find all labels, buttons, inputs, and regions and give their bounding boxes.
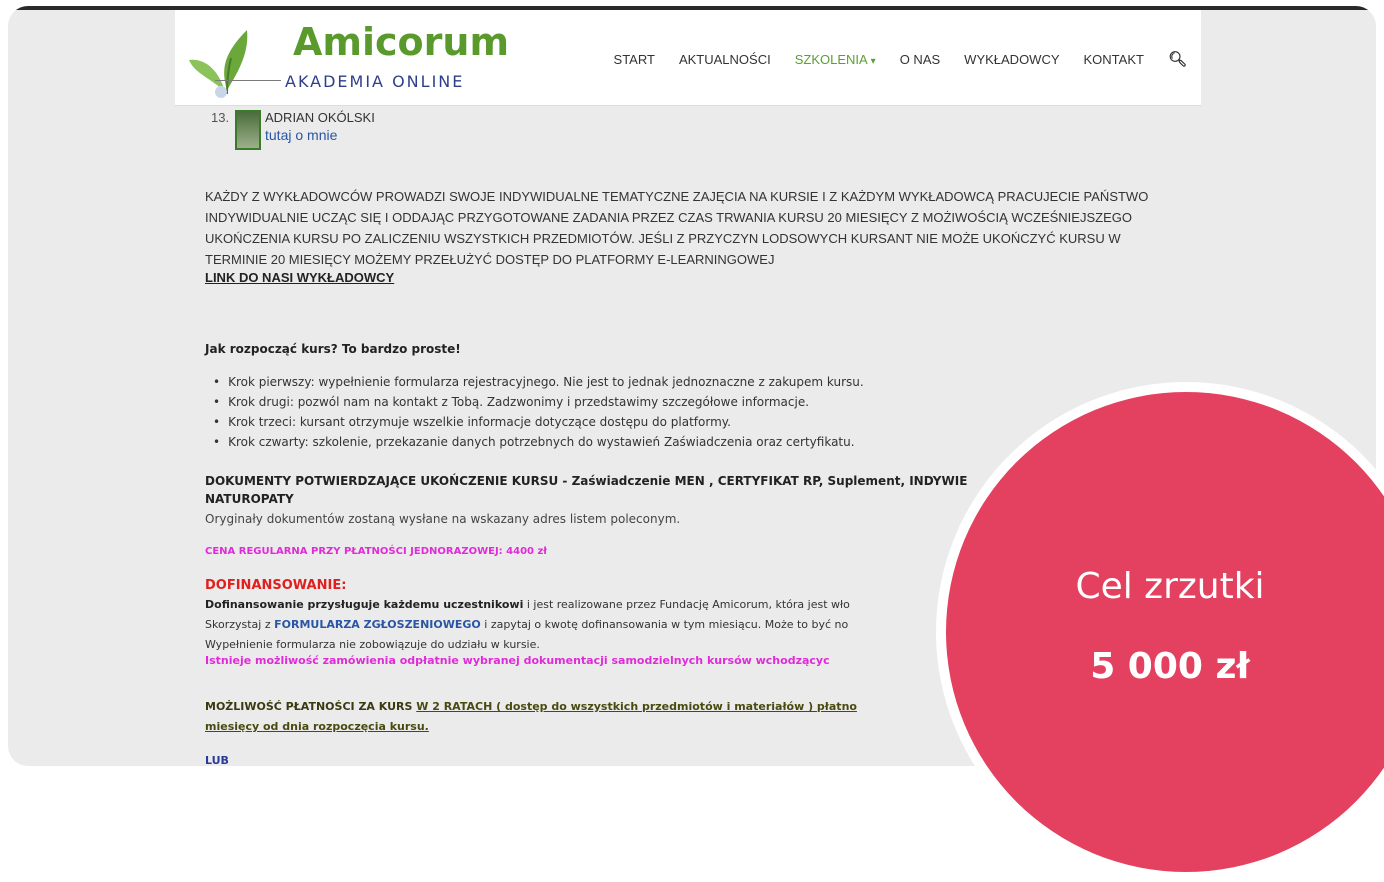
funding-line-1: Dofinansowanie przysługuje każdemu uczes… [205, 598, 850, 611]
how-to-start-heading: Jak rozpocząć kurs? To bardzo proste! [205, 342, 461, 356]
lecturer-name: ADRIAN OKÓLSKI [265, 110, 375, 125]
lecturer-photo[interactable] [235, 110, 261, 150]
documents-heading: DOKUMENTY POTWIERDZAJĄCE UKOŃCZENIE KURS… [205, 472, 1005, 508]
nav-szkolenia[interactable]: SZKOLENIA ▾ [795, 52, 876, 67]
list-item: Krok trzeci: kursant otrzymuje wszelkie … [213, 412, 864, 432]
documents-heading-line-2: NATUROPATY [205, 492, 294, 506]
list-item: Krok pierwszy: wypełnienie formularza re… [213, 372, 864, 392]
nav-kontakt[interactable]: KONTAKT [1084, 52, 1144, 67]
lub-label: LUB [205, 754, 229, 766]
funding-2a: Skorzystaj z [205, 618, 275, 631]
nav-szkolenia-label: SZKOLENIA [794, 51, 868, 67]
funding-heading: DOFINANSOWANIE: [205, 578, 347, 593]
site-header: Amicorum AKADEMIA ONLINE START AKTUALNOŚ… [175, 10, 1201, 106]
regular-price: CENA REGULARNA PRZY PŁATNOŚCI JEDNORAZOW… [205, 546, 547, 557]
payment-underlined: W 2 RATACH ( dostęp do wszystkich przedm… [416, 700, 857, 713]
payment-a: MOŻLIWOŚĆ PŁATNOŚCI ZA KURS [205, 700, 417, 713]
search-icon[interactable]: 🔍︎ [1168, 50, 1187, 68]
funding-2b: i zapytaj o kwotę dofinansowania w tym m… [480, 618, 849, 631]
intro-paragraph: KAŻDY Z WYKŁADOWCÓW PROWADZI SWOJE INDYW… [205, 189, 1149, 267]
list-item: Krok drugi: pozwól nam na kontakt z Tobą… [213, 392, 864, 412]
brand-tagline: AKADEMIA ONLINE [285, 72, 465, 91]
documents-note: Oryginały dokumentów zostaną wysłane na … [205, 512, 681, 526]
nav-wykladowcy[interactable]: WYKŁADOWCY [964, 52, 1059, 67]
funding-bold: Dofinansowanie przysługuje każdemu uczes… [205, 598, 524, 611]
lecturer-item: 13. ADRIAN OKÓLSKI tutaj o mnie [211, 110, 375, 150]
nav-aktualnosci[interactable]: AKTUALNOŚCI [679, 52, 771, 67]
lecturer-number: 13. [211, 110, 230, 125]
brand-name[interactable]: Amicorum [293, 20, 509, 64]
registration-form-link[interactable]: FORMULARZA ZGŁOSZENIOWEGO [274, 618, 481, 631]
funding-line-4: Istnieje możliwość zamówienia odpłatnie … [205, 654, 830, 667]
nav-o-nas[interactable]: O NAS [900, 52, 940, 67]
logo-leaf-icon[interactable] [187, 20, 269, 100]
funding-line-2: Skorzystaj z FORMULARZA ZGŁOSZENIOWEGO i… [205, 618, 848, 631]
payment-line-1: MOŻLIWOŚĆ PŁATNOŚCI ZA KURS W 2 RATACH (… [205, 700, 857, 713]
steps-list: Krok pierwszy: wypełnienie formularza re… [213, 372, 864, 452]
documents-heading-line: DOKUMENTY POTWIERDZAJĄCE UKOŃCZENIE KURS… [205, 474, 968, 488]
tagline-line [215, 80, 281, 81]
list-item: Krok czwarty: szkolenie, przekazanie dan… [213, 432, 864, 452]
lecturer-about-link[interactable]: tutaj o mnie [265, 127, 375, 143]
chevron-down-icon: ▾ [870, 55, 876, 67]
payment-line-2: miesięcy od dnia rozpoczęcia kursu. [205, 720, 429, 733]
main-nav: START AKTUALNOŚCI SZKOLENIA ▾ O NAS WYKŁA… [614, 50, 1187, 68]
goal-title: Cel zrzutki [1075, 566, 1265, 607]
nav-start[interactable]: START [614, 52, 655, 67]
funding-rest: i jest realizowane przez Fundację Amicor… [523, 598, 850, 611]
funding-line-3: Wypełnienie formularza nie zobowiązuje d… [205, 638, 540, 651]
lecturers-link[interactable]: LINK DO NASI WYKŁADOWCY [205, 270, 394, 285]
goal-value: 5 000 zł [1090, 646, 1250, 687]
